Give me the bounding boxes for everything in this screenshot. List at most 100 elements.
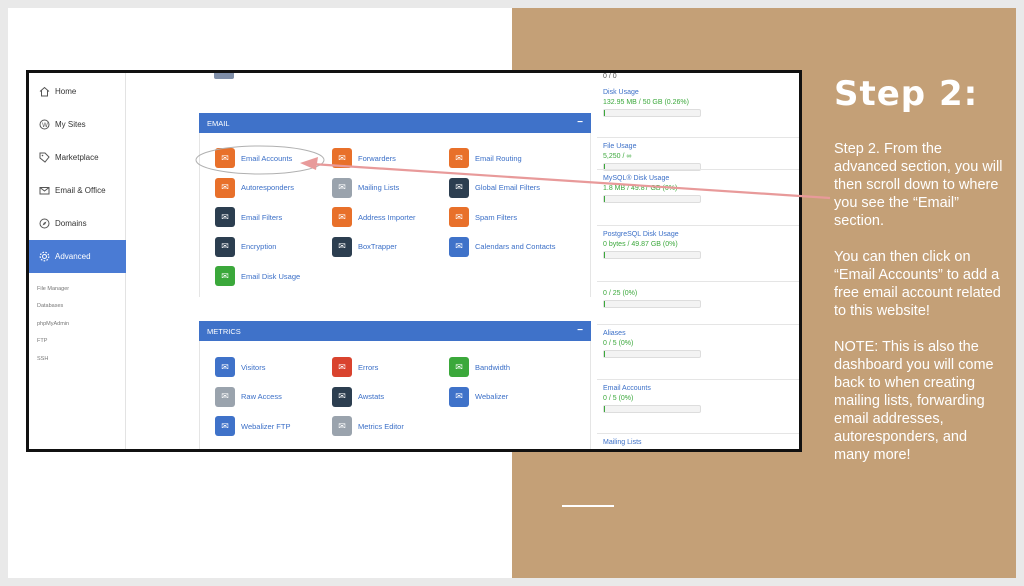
- tool-encryption[interactable]: ✉ Encryption: [215, 236, 276, 258]
- stat-divider: [597, 225, 799, 226]
- tool-autoresponders[interactable]: ✉ Autoresponders: [215, 177, 294, 199]
- tool-label: Global Email Filters: [475, 183, 541, 192]
- tool-errors[interactable]: ✉ Errors: [332, 356, 378, 378]
- stat-progress-bar: [603, 300, 701, 308]
- step-paragraph: Step 2. From the advanced section, you w…: [834, 141, 1003, 229]
- stat-title[interactable]: Disk Usage: [603, 89, 703, 96]
- step-paragraph: You can then click on “Email Accounts” t…: [834, 249, 1001, 319]
- stat-block: File Usage 5,250 / ∞: [603, 143, 703, 171]
- stat-block: Aliases 0 / 5 (0%): [603, 330, 703, 358]
- tool-webalizer-ftp[interactable]: ✉ Webalizer FTP: [215, 415, 290, 437]
- tool-label: Webalizer: [475, 392, 509, 401]
- stat-title[interactable]: Mailing Lists: [603, 439, 703, 446]
- home-icon: [39, 86, 50, 97]
- sidebar-subitem-ssh[interactable]: SSH: [37, 356, 48, 362]
- email-panel-header[interactable]: EMAIL −: [199, 113, 591, 133]
- sidebar-subitem-file-manager[interactable]: File Manager: [37, 286, 69, 292]
- tool-calendars-and-contacts[interactable]: ✉ Calendars and Contacts: [449, 236, 555, 258]
- calendar-icon: ✉: [449, 236, 469, 257]
- tool-label: Awstats: [358, 392, 385, 401]
- stat-value: 0 / 5 (0%): [603, 340, 634, 347]
- tool-global-email-filters[interactable]: ✉ Global Email Filters: [449, 177, 540, 199]
- tool-bandwidth[interactable]: ✉ Bandwidth: [449, 356, 510, 378]
- partial-tool-icon: [214, 73, 234, 79]
- sidebar-item-email-office[interactable]: Email & Office: [29, 174, 126, 207]
- gear-icon: [39, 251, 50, 262]
- webalizer-ftp-icon: ✉: [215, 416, 235, 436]
- stat-divider: [597, 169, 799, 170]
- stat-progress-bar: [603, 350, 701, 358]
- sidebar-item-label: My Sites: [55, 120, 86, 129]
- awstats-icon: ✉: [332, 386, 352, 407]
- tool-metrics-editor[interactable]: ✉ Metrics Editor: [332, 415, 404, 437]
- wordpress-icon: W: [39, 119, 50, 130]
- sidebar-item-label: Domains: [55, 219, 87, 228]
- sidebar-item-advanced[interactable]: Advanced: [29, 240, 126, 273]
- tool-label: Bandwidth: [475, 362, 511, 372]
- tool-email-routing[interactable]: ✉ Email Routing: [449, 147, 522, 169]
- sidebar-item-label: Home: [55, 87, 77, 96]
- stat-block: Email Accounts 0 / 5 (0%): [603, 385, 703, 413]
- sidebar-item-home[interactable]: Home: [29, 75, 126, 108]
- stat-progress-fill: [604, 351, 605, 357]
- stat-title[interactable]: Email Accounts: [603, 385, 703, 392]
- email-panel-title: EMAIL: [207, 118, 230, 128]
- tool-awstats[interactable]: ✉ Awstats: [332, 386, 384, 408]
- stat-divider: [597, 137, 799, 138]
- tool-webalizer[interactable]: ✉ Webalizer: [449, 386, 508, 408]
- step-body: Step 2. From the advanced section, you w…: [834, 140, 1004, 482]
- tool-raw-access[interactable]: ✉ Raw Access: [215, 386, 282, 408]
- step-paragraph: NOTE: This is also the dashboard you wil…: [834, 339, 994, 463]
- sidebar: Home W My Sites Marketplace Email & Offi…: [29, 73, 126, 449]
- bandwidth-icon: ✉: [449, 357, 469, 377]
- tool-spam-filters[interactable]: ✉ Spam Filters: [449, 206, 517, 228]
- sidebar-subitem-databases[interactable]: Databases: [37, 303, 63, 309]
- decorative-underline: [562, 505, 614, 507]
- stat-progress-bar: [603, 251, 701, 259]
- sidebar-item-label: Email & Office: [55, 186, 106, 195]
- sidebar-subitem-ftp[interactable]: FTP: [37, 338, 47, 344]
- stat-block: PostgreSQL Disk Usage 0 bytes / 49.87 GB …: [603, 231, 703, 259]
- stat-progress-bar: [603, 405, 701, 413]
- tool-boxtrapper[interactable]: ✉ BoxTrapper: [332, 236, 397, 258]
- tool-label: Email Filters: [241, 212, 283, 222]
- stat-block: MySQL® Disk Usage 1.8 MB / 49.87 GB (0%): [603, 175, 703, 203]
- address-importer-icon: ✉: [332, 207, 352, 227]
- tool-email-disk-usage[interactable]: ✉ Email Disk Usage: [215, 265, 300, 287]
- envelope-icon: [39, 185, 50, 196]
- tool-label: Spam Filters: [475, 212, 518, 222]
- disk-usage-icon: ✉: [215, 266, 235, 286]
- stat-value: 5,250 / ∞: [603, 153, 632, 160]
- stat-title[interactable]: MySQL® Disk Usage: [603, 175, 703, 182]
- step-title: Step 2:: [834, 74, 979, 114]
- email-routing-icon: ✉: [449, 148, 469, 168]
- stat-title[interactable]: File Usage: [603, 143, 703, 150]
- boxtrapper-icon: ✉: [332, 236, 352, 257]
- tool-visitors[interactable]: ✉ Visitors: [215, 356, 265, 378]
- tool-address-importer[interactable]: ✉ Address Importer: [332, 206, 416, 228]
- sidebar-subitem-phpmyadmin[interactable]: phpMyAdmin: [37, 321, 69, 327]
- stat-value: 0 / 5 (0%): [603, 395, 634, 402]
- tool-label: Metrics Editor: [358, 421, 404, 431]
- tool-label: Raw Access: [241, 392, 282, 401]
- stat-title[interactable]: PostgreSQL Disk Usage: [603, 231, 703, 238]
- sidebar-item-my-sites[interactable]: W My Sites: [29, 108, 126, 141]
- stat-block: Disk Usage 132.95 MB / 50 GB (0.26%): [603, 89, 703, 117]
- stat-title[interactable]: Aliases: [603, 330, 703, 337]
- stat-progress-fill: [604, 406, 605, 412]
- stat-top-value: 0 / 0: [603, 73, 617, 80]
- tool-email-accounts[interactable]: ✉ Email Accounts: [215, 147, 292, 169]
- tool-email-filters[interactable]: ✉ Email Filters: [215, 206, 282, 228]
- collapse-icon[interactable]: −: [577, 117, 583, 128]
- sidebar-item-domains[interactable]: Domains: [29, 207, 126, 240]
- spam-filter-icon: ✉: [449, 207, 469, 227]
- stat-divider: [597, 324, 799, 325]
- tool-label: Mailing Lists: [358, 183, 400, 192]
- tool-forwarders[interactable]: ✉ Forwarders: [332, 147, 396, 169]
- sidebar-item-marketplace[interactable]: Marketplace: [29, 141, 126, 174]
- forwarders-icon: ✉: [332, 148, 352, 168]
- metrics-panel-header[interactable]: METRICS −: [199, 321, 591, 341]
- metrics-panel-title: METRICS: [207, 326, 241, 336]
- collapse-icon[interactable]: −: [577, 325, 583, 336]
- tool-mailing-lists[interactable]: ✉ Mailing Lists: [332, 177, 399, 199]
